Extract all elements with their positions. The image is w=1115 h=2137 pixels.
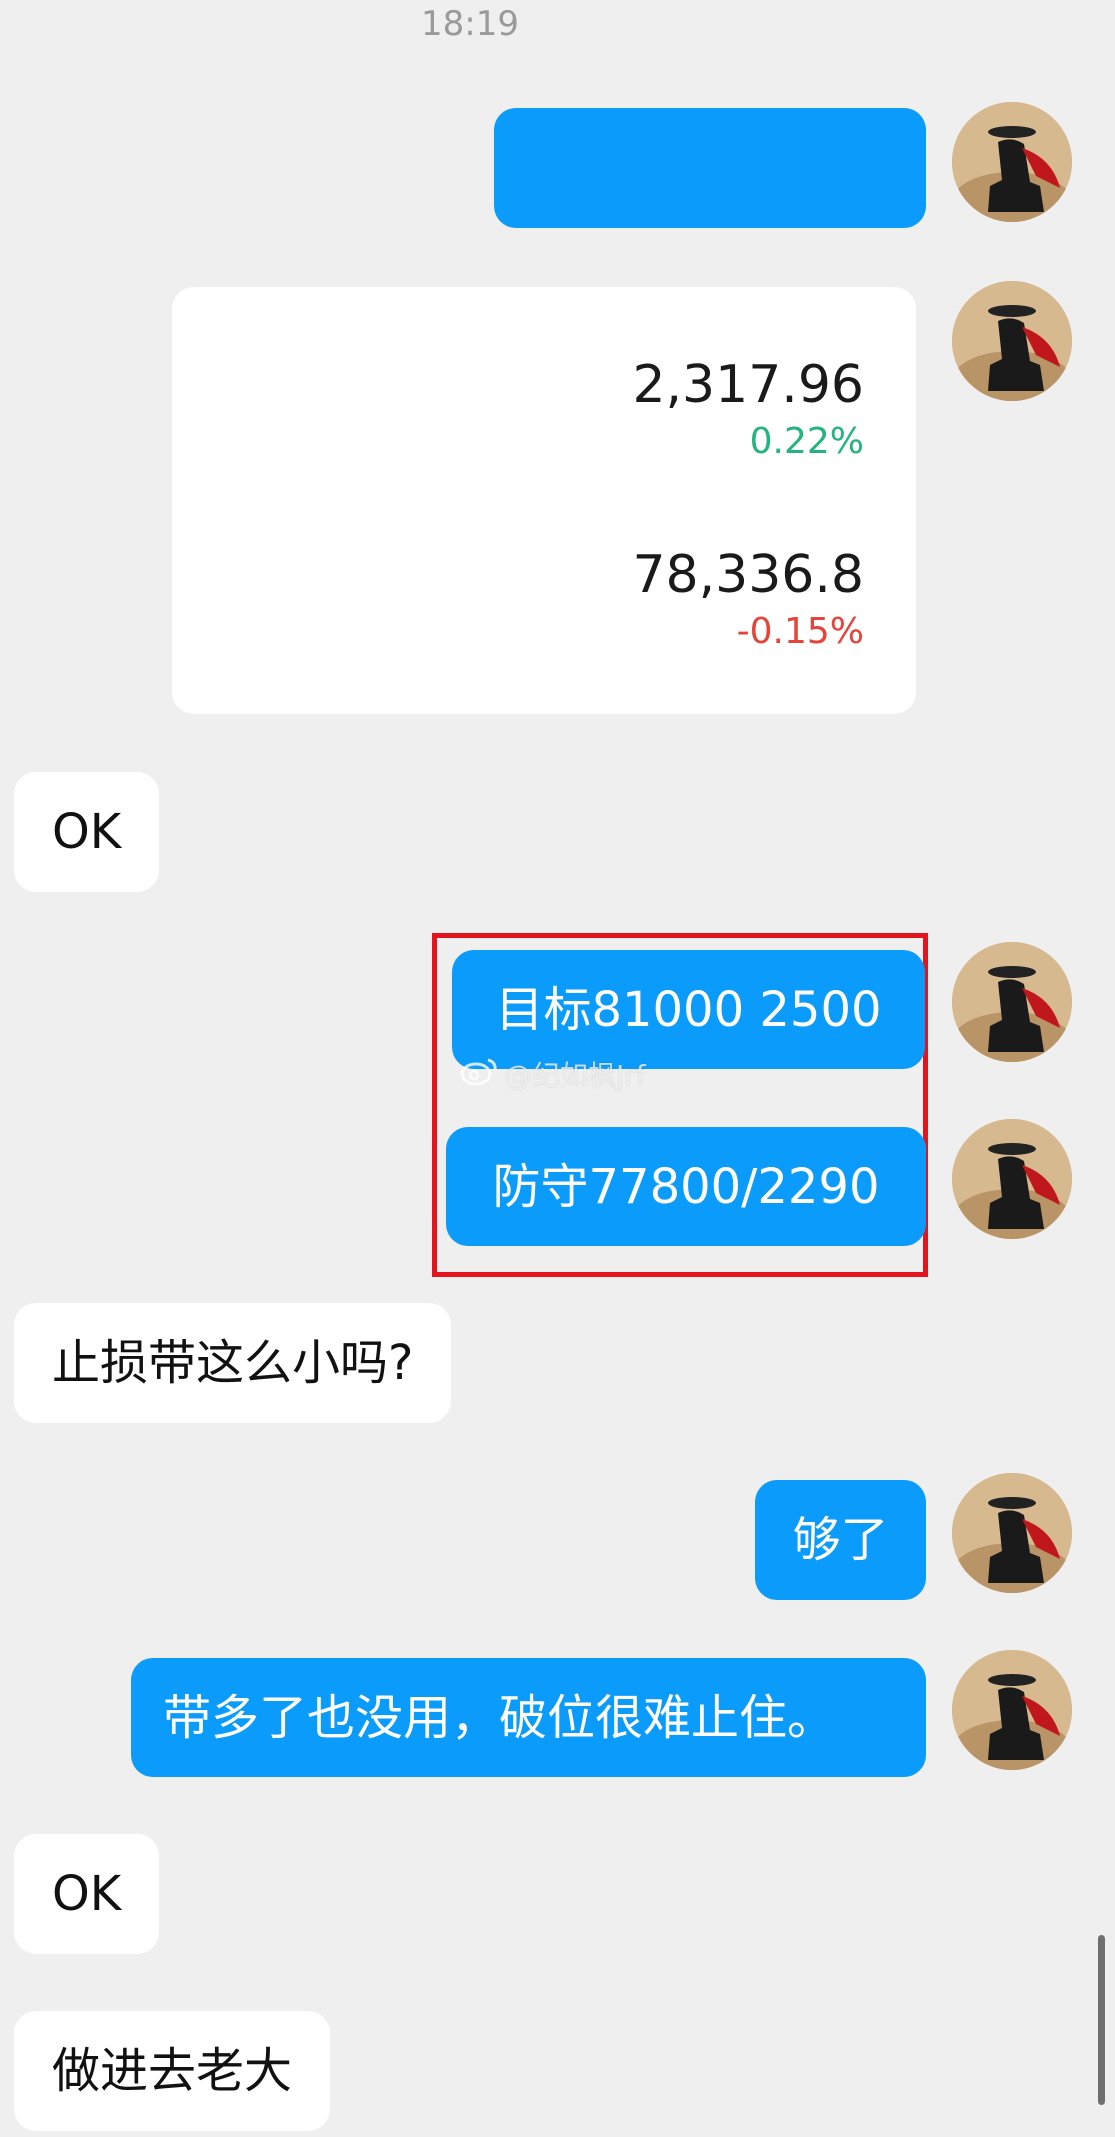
avatar[interactable] — [952, 1119, 1072, 1239]
message-text: OK — [52, 804, 122, 860]
weibo-icon — [460, 1056, 498, 1093]
message-bubble-incoming[interactable]: 止损带这么小吗? — [14, 1303, 452, 1423]
message-text: OK — [52, 1866, 122, 1922]
message-text: 目标81000 2500 — [495, 981, 882, 1038]
message-text: 做进去老大 — [52, 2043, 293, 2099]
timestamp: 18:19 — [421, 4, 519, 44]
watermark-text: @纪如枫Jrf — [504, 1059, 646, 1092]
scrollbar[interactable] — [1098, 1935, 1105, 2105]
message-text: 防守77800/2290 — [492, 1158, 880, 1215]
message-bubble-incoming[interactable]: OK — [14, 1834, 160, 1954]
avatar[interactable] — [952, 942, 1072, 1062]
message-bubble-outgoing[interactable]: 够了 — [755, 1480, 926, 1600]
quote-value-1: 2,317.96 — [632, 355, 864, 415]
quote-card[interactable]: 2,317.96 0.22% 78,336.8 -0.15% — [172, 287, 916, 714]
message-bubble-outgoing[interactable] — [494, 108, 926, 228]
message-bubble-outgoing[interactable]: 带多了也没用，破位很难止住。 — [131, 1658, 926, 1777]
avatar[interactable] — [952, 281, 1072, 401]
message-text: 够了 — [792, 1512, 889, 1568]
quote-value-2: 78,336.8 — [632, 545, 864, 605]
message-bubble-outgoing[interactable]: 目标81000 2500 — [452, 950, 925, 1069]
watermark: @纪如枫Jrf — [460, 1054, 646, 1094]
message-text: 止损带这么小吗? — [52, 1335, 414, 1391]
avatar[interactable] — [952, 1650, 1072, 1770]
message-bubble-outgoing[interactable]: 防守77800/2290 — [446, 1127, 926, 1246]
quote-change-1: 0.22% — [749, 421, 864, 462]
message-text: 带多了也没用，破位很难止住。 — [163, 1689, 836, 1746]
avatar[interactable] — [952, 102, 1072, 222]
avatar[interactable] — [952, 1473, 1072, 1593]
quote-change-2: -0.15% — [736, 611, 864, 652]
message-bubble-incoming[interactable]: OK — [14, 772, 160, 892]
message-bubble-incoming[interactable]: 做进去老大 — [14, 2011, 331, 2131]
